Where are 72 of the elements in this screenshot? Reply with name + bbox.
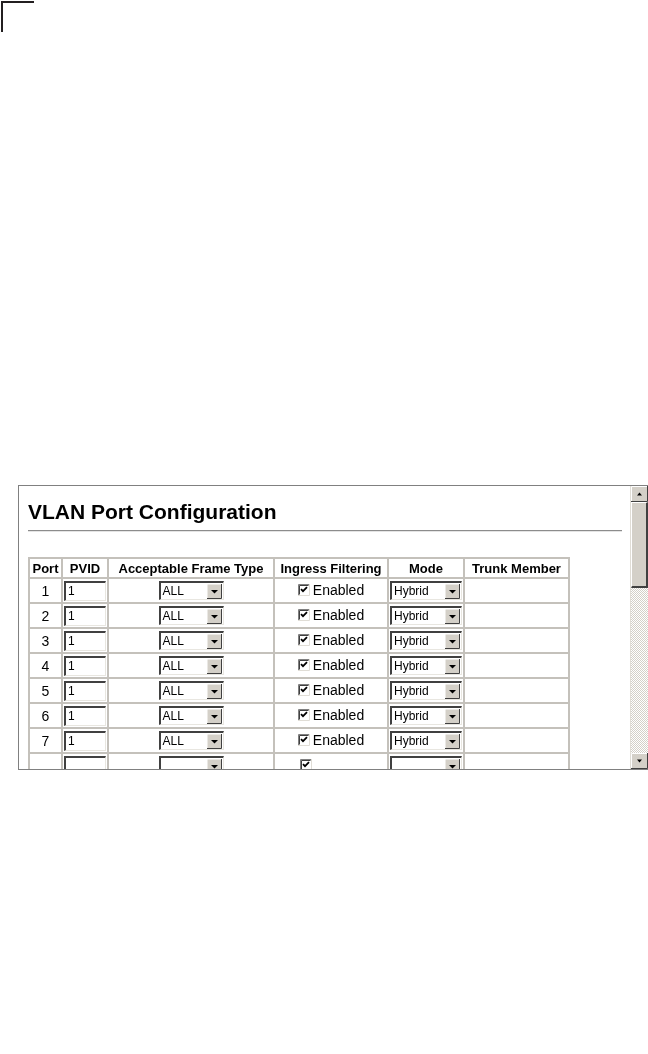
- column-header: PVID: [62, 558, 108, 578]
- caret-icon[interactable]: [206, 608, 222, 624]
- caret-icon[interactable]: [445, 733, 460, 749]
- checkbox-label: Enabled: [312, 707, 365, 723]
- port-number: 3: [41, 632, 50, 649]
- caret-icon[interactable]: [206, 758, 222, 769]
- caret-icon[interactable]: [206, 583, 222, 599]
- checkbox-label: Enabled: [312, 632, 365, 648]
- port-number: 2: [41, 607, 50, 624]
- column-header: Ingress Filtering: [274, 558, 388, 578]
- checkbox[interactable]: [297, 659, 310, 671]
- mode-dropdown[interactable]: Hybrid: [390, 631, 462, 650]
- frame-type-dropdown[interactable]: ALL: [158, 631, 224, 650]
- checkbox-label: Enabled: [312, 682, 365, 698]
- pvid-input[interactable]: 1: [64, 680, 106, 701]
- pvid-input[interactable]: [64, 755, 106, 769]
- port-number: 1: [41, 582, 50, 599]
- frame-type-dropdown[interactable]: ALL: [158, 656, 224, 675]
- checkbox[interactable]: [297, 734, 310, 746]
- mode-dropdown[interactable]: Hybrid: [390, 581, 462, 600]
- checkbox[interactable]: [297, 609, 310, 621]
- scroll-down-button[interactable]: [631, 753, 648, 769]
- checkbox[interactable]: [300, 759, 313, 769]
- checkbox-label: Enabled: [312, 657, 365, 673]
- port-number: 6: [41, 707, 50, 724]
- port-number: 5: [41, 682, 50, 699]
- frame-type-dropdown[interactable]: ALL: [158, 581, 224, 600]
- checkbox-label: Enabled: [312, 732, 365, 748]
- scrollbar[interactable]: [630, 486, 648, 769]
- caret-icon[interactable]: [445, 658, 460, 674]
- scrollbar-thumb[interactable]: [631, 502, 648, 588]
- checkbox[interactable]: [297, 634, 310, 646]
- caret-icon[interactable]: [445, 583, 460, 599]
- pvid-input[interactable]: 1: [64, 705, 106, 726]
- pvid-input[interactable]: 1: [64, 730, 106, 751]
- pvid-input[interactable]: 1: [64, 605, 106, 626]
- mode-dropdown[interactable]: Hybrid: [390, 706, 462, 725]
- checkbox-label: Enabled: [312, 582, 365, 598]
- caret-icon[interactable]: [445, 758, 460, 769]
- checkbox-label: Enabled: [312, 607, 365, 623]
- caret-icon[interactable]: [206, 708, 222, 724]
- caret-icon[interactable]: [445, 633, 460, 649]
- caret-icon[interactable]: [445, 683, 460, 699]
- caret-icon[interactable]: [206, 633, 222, 649]
- port-number: 7: [41, 732, 50, 749]
- column-header: Trunk Member: [464, 558, 569, 578]
- scroll-up-button[interactable]: [631, 486, 648, 502]
- frame-type-dropdown[interactable]: ALL: [158, 731, 224, 750]
- checkbox[interactable]: [297, 584, 310, 596]
- column-header: Port: [29, 558, 62, 578]
- column-header: Acceptable Frame Type: [108, 558, 274, 578]
- pvid-input[interactable]: 1: [64, 630, 106, 651]
- mode-dropdown[interactable]: Hybrid: [390, 656, 462, 675]
- port-number: 4: [41, 657, 50, 674]
- checkbox[interactable]: [297, 709, 310, 721]
- caret-icon[interactable]: [206, 683, 222, 699]
- mode-dropdown[interactable]: Hybrid: [390, 606, 462, 625]
- frame-type-dropdown[interactable]: ALL: [158, 606, 224, 625]
- caret-icon[interactable]: [445, 708, 460, 724]
- column-header: Mode: [388, 558, 464, 578]
- pvid-input[interactable]: 1: [64, 580, 106, 601]
- crop-mark-icon: [1, 1, 34, 32]
- frame-type-dropdown[interactable]: ALL: [158, 706, 224, 725]
- caret-icon[interactable]: [206, 658, 222, 674]
- mode-dropdown[interactable]: Hybrid: [390, 731, 462, 750]
- caret-icon[interactable]: [445, 608, 460, 624]
- caret-icon[interactable]: [206, 733, 222, 749]
- page-heading: VLAN Port Configuration: [28, 500, 278, 524]
- mode-dropdown[interactable]: Hybrid: [390, 681, 462, 700]
- checkbox[interactable]: [297, 684, 310, 696]
- pvid-input[interactable]: 1: [64, 655, 106, 676]
- frame-type-dropdown[interactable]: ALL: [158, 681, 224, 700]
